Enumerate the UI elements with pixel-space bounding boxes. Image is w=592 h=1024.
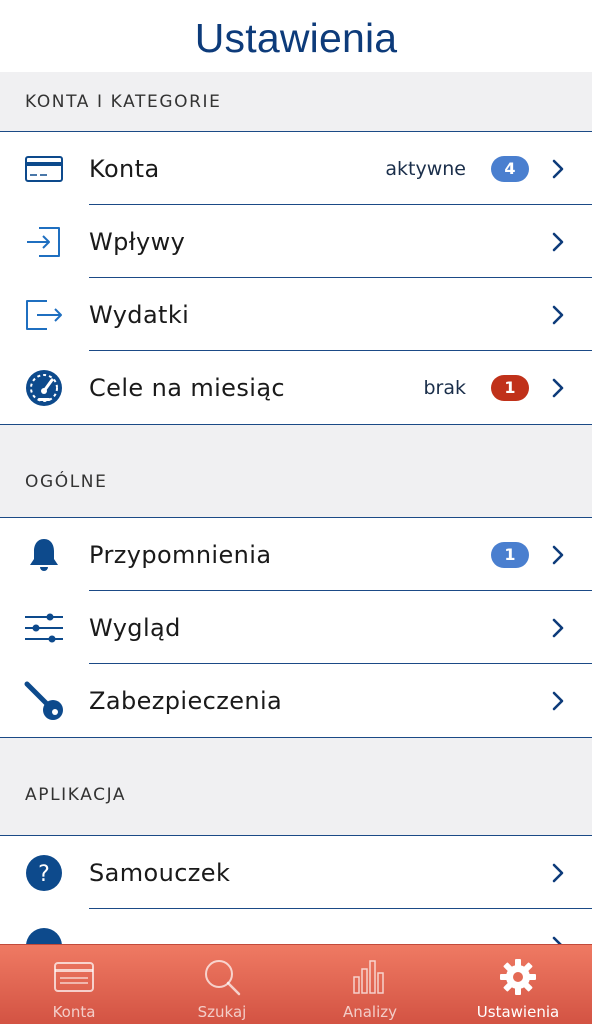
expense-icon [24,295,64,335]
alert-badge: 1 [491,374,529,401]
svg-text:?: ? [38,862,50,887]
section-header-accounts: KONTA I KATEGORIE [0,72,592,132]
section-header-general: OGÓLNE [0,472,592,518]
info-icon [24,926,64,944]
tab-szukaj[interactable]: Szukaj [148,945,296,1024]
header: Ustawienia [0,0,592,72]
chevron-right-icon [550,544,566,566]
count-badge: 1 [491,541,529,568]
row-label: Wydatki [89,300,190,329]
chevron-right-icon [550,935,566,944]
page-title: Ustawienia [194,15,398,61]
section-app: ? Samouczek [0,836,592,944]
section-general: Przypomnienia 1 Wygląd Zabezpieczenia [0,518,592,738]
tab-bar: Konta Szukaj Analizy Ustawienia [0,944,592,1024]
tab-label: Szukaj [197,1003,247,1021]
count-badge: 4 [491,155,529,182]
settings-row-przypomnienia[interactable]: Przypomnienia 1 [0,518,592,591]
income-icon [24,222,64,262]
chevron-right-icon [550,617,566,639]
row-label: Konta [89,154,160,183]
chevron-right-icon [550,158,566,180]
tab-label: Konta [52,1003,96,1021]
chevron-right-icon [550,690,566,712]
settings-row-partial[interactable] [0,909,592,944]
tab-label: Ustawienia [476,1003,560,1021]
tab-ustawienia[interactable]: Ustawienia [444,945,592,1024]
gear-icon [499,957,537,997]
help-icon: ? [24,853,64,893]
chevron-right-icon [550,862,566,884]
section-header-app: APLIKACJA [0,785,592,836]
row-label: Przypomnienia [89,540,272,569]
settings-row-wplywy[interactable]: Wpływy [0,205,592,278]
speedometer-icon [24,368,64,408]
settings-row-cele[interactable]: Cele na miesiąc brak 1 [0,351,592,424]
tab-konta[interactable]: Konta [0,945,148,1024]
row-label: Wpływy [89,227,186,256]
chevron-right-icon [550,304,566,326]
card-icon [54,957,94,997]
status-text: brak [423,376,466,399]
bell-icon [24,535,64,575]
card-icon [24,149,64,189]
key-icon [24,681,64,721]
settings-row-wydatki[interactable]: Wydatki [0,278,592,351]
settings-row-zabezpieczenia[interactable]: Zabezpieczenia [0,664,592,737]
row-label: Wygląd [89,613,181,642]
settings-row-wyglad[interactable]: Wygląd [0,591,592,664]
tab-analizy[interactable]: Analizy [296,945,444,1024]
settings-list[interactable]: KONTA I KATEGORIE Konta aktywne 4 Wpływy… [0,72,592,944]
chevron-right-icon [550,231,566,253]
settings-row-konta[interactable]: Konta aktywne 4 [0,132,592,205]
row-label: Zabezpieczenia [89,686,283,715]
chart-icon [352,957,388,997]
row-label: Samouczek [89,858,231,887]
tab-label: Analizy [342,1003,398,1021]
sliders-icon [24,608,64,648]
search-icon [203,957,241,997]
chevron-right-icon [550,377,566,399]
row-label: Cele na miesiąc [89,373,286,402]
settings-row-samouczek[interactable]: ? Samouczek [0,836,592,909]
status-text: aktywne [385,157,466,180]
section-accounts: Konta aktywne 4 Wpływy Wydatki Cele na m… [0,132,592,425]
